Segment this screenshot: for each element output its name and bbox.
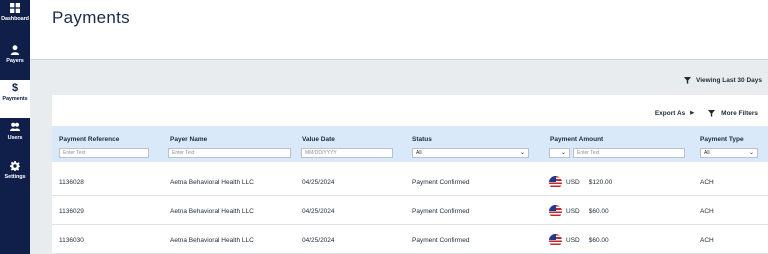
export-as-button[interactable]: Export As ▶: [655, 110, 694, 117]
column-header-payer-name[interactable]: Payer Name: [170, 136, 207, 143]
amount-value: $60.00: [588, 208, 609, 215]
status-cell: Payment Confirmed: [412, 179, 470, 186]
amount-value: $60.00: [588, 237, 609, 244]
status-cell: Payment Confirmed: [412, 237, 470, 244]
us-flag-icon: [549, 234, 562, 247]
filter-icon: [684, 77, 691, 84]
sidebar-item-payments[interactable]: $ Payments: [0, 80, 30, 118]
payment-type-cell: ACH: [700, 208, 714, 215]
table-header-row: Payment Reference Payer Name Value Date …: [52, 126, 768, 162]
users-icon: [10, 122, 20, 131]
status-cell: Payment Confirmed: [412, 208, 470, 215]
payer-name-cell: Aetna Behavioral Health LLC: [170, 179, 254, 186]
export-as-label: Export As: [654, 109, 686, 117]
status-filter-select[interactable]: All ⌄: [412, 148, 529, 158]
value-date-cell: 04/25/2024: [302, 208, 335, 215]
payer-name-filter-input[interactable]: Enter Text: [168, 148, 291, 158]
value-date-filter-input[interactable]: MM/DD/YYYY: [301, 148, 393, 158]
dashboard-icon: [10, 3, 20, 13]
value-date-cell: 04/25/2024: [302, 237, 335, 244]
page-header: Payments: [30, 0, 768, 60]
payment-amount-cell: USD $60.00: [549, 234, 609, 247]
payment-type-cell: ACH: [700, 179, 714, 186]
payment-type-filter-value: All: [704, 150, 710, 156]
payment-reference-cell[interactable]: 1136029: [59, 208, 84, 215]
payment-reference-filter-input[interactable]: Enter Text: [59, 148, 149, 158]
status-filter-value: All: [416, 150, 422, 156]
currency-code: USD: [566, 208, 580, 215]
sidebar-item-label: Users: [7, 135, 23, 141]
payer-name-cell: Aetna Behavioral Health LLC: [170, 208, 254, 215]
amount-value: $120.00: [588, 179, 613, 186]
filter-icon: [708, 109, 716, 117]
sidebar-item-users[interactable]: Users: [0, 119, 30, 157]
amount-operator-select[interactable]: ⌄: [549, 148, 570, 158]
column-header-value-date[interactable]: Value Date: [302, 136, 335, 143]
us-flag-icon: [549, 205, 562, 218]
currency-code: USD: [566, 237, 580, 244]
chevron-down-icon: ⌄: [519, 150, 525, 156]
sidebar-item-label: Payments: [2, 96, 28, 102]
person-icon: [10, 45, 20, 55]
sidebar-item-settings[interactable]: Settings: [0, 158, 30, 196]
caret-right-icon: ▶: [690, 110, 695, 116]
sidebar-nav: Dashboard Payers $ Payments Users Settin…: [0, 0, 30, 254]
payer-name-cell: Aetna Behavioral Health LLC: [170, 237, 254, 244]
date-range-label: Viewing Last 30 Days: [696, 77, 762, 84]
payment-amount-cell: USD $60.00: [549, 205, 609, 218]
date-range-filter[interactable]: Viewing Last 30 Days: [684, 77, 762, 84]
column-header-payment-amount[interactable]: Payment Amount: [550, 136, 603, 143]
more-filters-button[interactable]: More Filters: [708, 109, 758, 117]
value-date-cell: 04/25/2024: [302, 179, 335, 186]
table-row[interactable]: 1136029 Aetna Behavioral Health LLC 04/2…: [52, 196, 768, 225]
table-row[interactable]: 1136028 Aetna Behavioral Health LLC 04/2…: [52, 167, 768, 196]
payment-type-cell: ACH: [700, 237, 714, 244]
payment-amount-filter-input[interactable]: Enter Text: [573, 148, 685, 158]
page-title: Payments: [52, 8, 130, 27]
gear-icon: [10, 161, 20, 171]
chevron-down-icon: ⌄: [560, 150, 566, 156]
sidebar-item-label: Payers: [6, 58, 24, 64]
table-toolbar: Export As ▶ More Filters: [655, 108, 768, 118]
column-header-payment-reference[interactable]: Payment Reference: [59, 136, 119, 143]
table-row[interactable]: 1136030 Aetna Behavioral Health LLC 04/2…: [52, 225, 768, 254]
column-header-payment-type[interactable]: Payment Type: [700, 136, 744, 143]
payment-reference-cell[interactable]: 1136030: [59, 237, 84, 244]
more-filters-label: More Filters: [721, 109, 758, 117]
sidebar-item-label: Settings: [4, 174, 26, 180]
column-header-status[interactable]: Status: [412, 136, 432, 143]
payment-type-filter-select[interactable]: All ⌄: [700, 148, 758, 158]
sidebar-item-label: Dashboard: [1, 16, 29, 22]
chevron-down-icon: ⌄: [748, 150, 754, 156]
payments-table-card: Export As ▶ More Filters Payment Referen…: [52, 95, 768, 254]
payment-amount-cell: USD $120.00: [549, 176, 612, 189]
currency-code: USD: [566, 179, 580, 186]
dollar-icon: $: [11, 82, 19, 94]
us-flag-icon: [549, 176, 562, 189]
sidebar-item-payers[interactable]: Payers: [0, 42, 30, 80]
payment-reference-cell[interactable]: 1136028: [59, 179, 84, 186]
sidebar-item-dashboard[interactable]: Dashboard: [0, 0, 30, 38]
